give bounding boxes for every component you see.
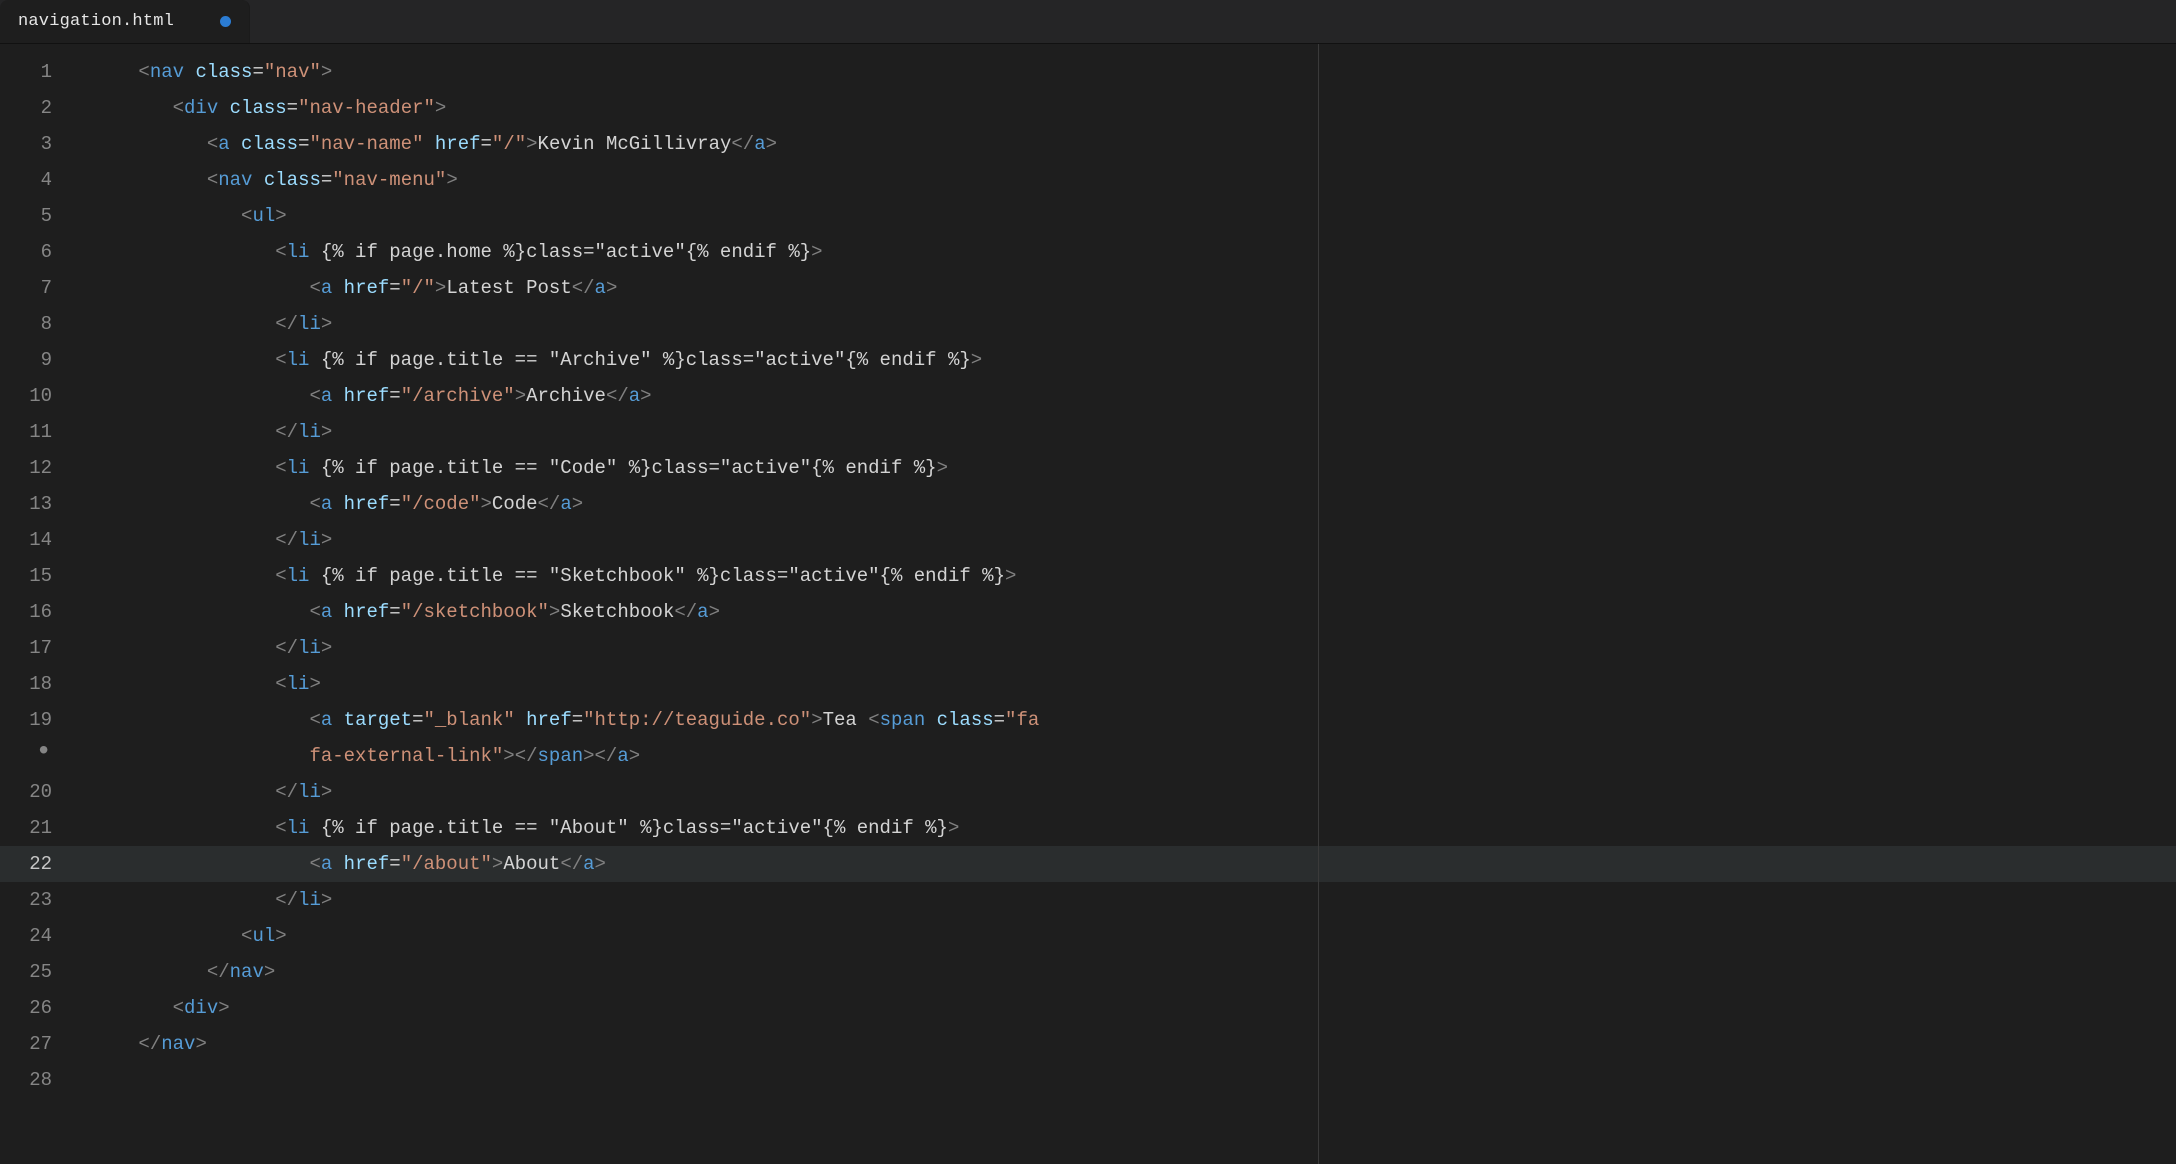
line-number: 18 — [0, 666, 70, 702]
code-line[interactable]: </nav> — [70, 954, 2176, 990]
modified-indicator-icon — [220, 16, 231, 27]
code-line[interactable]: </li> — [70, 414, 2176, 450]
line-number: 10 — [0, 378, 70, 414]
tab-bar: navigation.html — [0, 0, 2176, 44]
line-number: 27 — [0, 1026, 70, 1062]
line-number: 20 — [0, 774, 70, 810]
code-line[interactable]: </li> — [70, 882, 2176, 918]
line-number: 9 — [0, 342, 70, 378]
tab-label: navigation.html — [18, 12, 174, 31]
code-line[interactable]: <a href="/sketchbook">Sketchbook</a> — [70, 594, 2176, 630]
code-line[interactable]: <a href="/code">Code</a> — [70, 486, 2176, 522]
line-number: • — [0, 738, 70, 774]
line-number: 23 — [0, 882, 70, 918]
code-line[interactable]: <a href="/archive">Archive</a> — [70, 378, 2176, 414]
code-line[interactable]: </li> — [70, 306, 2176, 342]
code-line[interactable]: </li> — [70, 522, 2176, 558]
code-line[interactable]: <li {% if page.title == "About" %}class=… — [70, 810, 2176, 846]
line-number: 22 — [0, 846, 70, 882]
line-number: 14 — [0, 522, 70, 558]
code-line[interactable]: <li {% if page.home %}class="active"{% e… — [70, 234, 2176, 270]
line-number: 5 — [0, 198, 70, 234]
code-line[interactable]: <li {% if page.title == "Sketchbook" %}c… — [70, 558, 2176, 594]
line-number: 11 — [0, 414, 70, 450]
code-line[interactable]: <li {% if page.title == "Archive" %}clas… — [70, 342, 2176, 378]
tab-navigation-html[interactable]: navigation.html — [0, 0, 250, 43]
line-number: 2 — [0, 90, 70, 126]
line-number: 21 — [0, 810, 70, 846]
editor-area[interactable]: 12345678910111213141516171819•2021222324… — [0, 44, 2176, 1164]
code-line[interactable]: <ul> — [70, 918, 2176, 954]
line-number: 15 — [0, 558, 70, 594]
line-number: 16 — [0, 594, 70, 630]
code-line[interactable]: <div class="nav-header"> — [70, 90, 2176, 126]
code-line[interactable]: <li> — [70, 666, 2176, 702]
code-line[interactable]: <a target="_blank" href="http://teaguide… — [70, 702, 2176, 738]
line-number: 24 — [0, 918, 70, 954]
code-line[interactable]: <ul> — [70, 198, 2176, 234]
editor-ruler — [1318, 44, 1319, 1164]
line-number: 13 — [0, 486, 70, 522]
line-number: 17 — [0, 630, 70, 666]
line-number-gutter: 12345678910111213141516171819•2021222324… — [0, 44, 70, 1164]
line-number: 12 — [0, 450, 70, 486]
line-number: 4 — [0, 162, 70, 198]
line-number: 26 — [0, 990, 70, 1026]
code-line[interactable]: </nav> — [70, 1026, 2176, 1062]
code-line[interactable]: <a class="nav-name" href="/">Kevin McGil… — [70, 126, 2176, 162]
code-line[interactable]: </li> — [70, 774, 2176, 810]
code-line[interactable]: fa-external-link"></span></a> — [70, 738, 2176, 774]
line-number: 6 — [0, 234, 70, 270]
code-line[interactable]: <li {% if page.title == "Code" %}class="… — [70, 450, 2176, 486]
editor-window: navigation.html 123456789101112131415161… — [0, 0, 2176, 1164]
code-line[interactable]: <a href="/about">About</a> — [70, 846, 2176, 882]
line-number: 3 — [0, 126, 70, 162]
code-line[interactable]: <div> — [70, 990, 2176, 1026]
line-number: 25 — [0, 954, 70, 990]
code-line[interactable]: <nav class="nav"> — [70, 54, 2176, 90]
line-number: 28 — [0, 1062, 70, 1098]
code-line[interactable]: </li> — [70, 630, 2176, 666]
line-number: 19 — [0, 702, 70, 738]
line-number: 7 — [0, 270, 70, 306]
code-content[interactable]: <nav class="nav"> <div class="nav-header… — [70, 44, 2176, 1164]
code-line[interactable]: <nav class="nav-menu"> — [70, 162, 2176, 198]
line-number: 8 — [0, 306, 70, 342]
code-line[interactable] — [70, 1062, 2176, 1098]
line-number: 1 — [0, 54, 70, 90]
code-line[interactable]: <a href="/">Latest Post</a> — [70, 270, 2176, 306]
